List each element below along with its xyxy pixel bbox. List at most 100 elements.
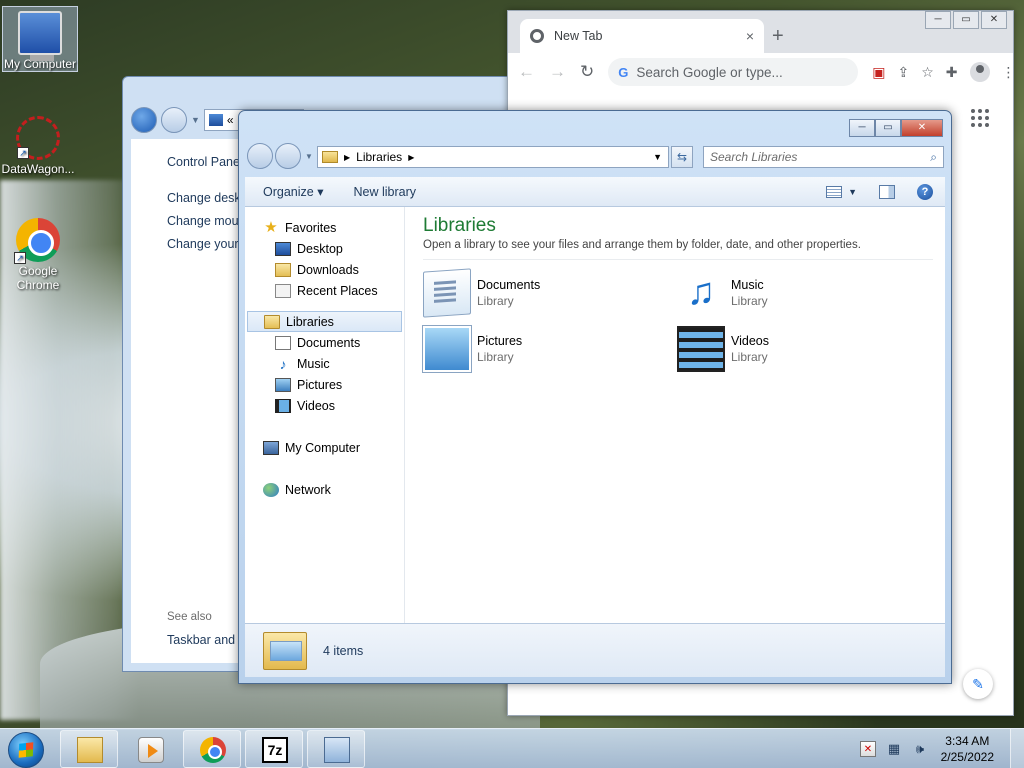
breadcrumb-libraries[interactable]: Libraries bbox=[356, 150, 402, 164]
library-grid: Documents Library ♫ Music Library Pictur… bbox=[422, 268, 933, 373]
nav-recent-places[interactable]: Recent Places bbox=[245, 280, 404, 301]
nav-libraries[interactable]: Libraries bbox=[247, 311, 402, 332]
close-button[interactable]: ✕ bbox=[981, 11, 1007, 29]
menu-kebab-icon[interactable]: ⋮ bbox=[1002, 64, 1016, 81]
organize-button[interactable]: Organize ▾ bbox=[263, 184, 323, 199]
taskbar-chrome-button[interactable] bbox=[183, 730, 241, 768]
refresh-button[interactable]: ⇆ bbox=[671, 146, 693, 168]
nav-label: Desktop bbox=[297, 241, 343, 256]
recent-pages-dropdown[interactable]: ▼ bbox=[305, 152, 313, 161]
nav-label: Music bbox=[297, 356, 330, 371]
recent-pages-dropdown[interactable]: ▼ bbox=[191, 115, 200, 125]
library-videos[interactable]: Videos Library bbox=[677, 326, 931, 372]
google-apps-icon[interactable] bbox=[971, 109, 989, 127]
back-arrow-icon[interactable]: ← bbox=[518, 62, 535, 82]
tab-new-tab[interactable]: New Tab × bbox=[520, 19, 764, 53]
taskbar-control-panel-button[interactable] bbox=[307, 730, 365, 768]
nav-my-computer[interactable]: My Computer bbox=[245, 437, 404, 458]
explorer-window-controls: ─ ▭ ✕ bbox=[849, 119, 943, 137]
clock[interactable]: 3:34 AM 2/25/2022 bbox=[941, 733, 994, 765]
chrome-favicon-icon bbox=[530, 29, 544, 43]
music-note-icon: ♪ bbox=[279, 355, 287, 372]
libraries-explorer-window[interactable]: ─ ▭ ✕ ▼ ▶ Libraries ▶ ▼ ⇆ Search Librari… bbox=[238, 110, 952, 684]
desktop-icon-label: DataWagon... bbox=[1, 162, 75, 176]
breadcrumb-chevron-icon[interactable]: ▶ bbox=[408, 153, 414, 162]
nav-label: My Computer bbox=[285, 440, 361, 455]
minimize-button[interactable]: ─ bbox=[925, 11, 951, 29]
extensions-puzzle-icon[interactable]: ✚ bbox=[946, 64, 958, 81]
breadcrumb-overflow[interactable]: « bbox=[227, 113, 234, 127]
preview-pane-icon[interactable] bbox=[879, 184, 895, 199]
explorer-nav-buttons: ▼ bbox=[247, 143, 313, 169]
star-icon: ★ bbox=[264, 218, 278, 236]
library-type: Library bbox=[731, 294, 768, 308]
taskbar-explorer-button[interactable] bbox=[60, 730, 118, 768]
desktop-icon-my-computer[interactable]: My Computer bbox=[2, 6, 78, 72]
nav-desktop[interactable]: Desktop bbox=[245, 238, 404, 259]
library-pictures[interactable]: Pictures Library bbox=[422, 325, 677, 373]
maximize-button[interactable]: ▭ bbox=[953, 11, 979, 29]
search-icon[interactable]: ⌕ bbox=[930, 150, 937, 165]
reload-icon[interactable]: ↻ bbox=[580, 62, 594, 82]
taskbar-7zip-button[interactable]: 7z bbox=[245, 730, 303, 768]
back-button[interactable] bbox=[247, 143, 273, 169]
address-bar[interactable]: ▶ Libraries ▶ ▼ bbox=[317, 146, 669, 168]
close-button[interactable]: ✕ bbox=[901, 119, 943, 137]
desktop-icon bbox=[275, 241, 291, 256]
details-pane: 4 items bbox=[245, 623, 945, 677]
control-panel-link[interactable]: Change your a bbox=[167, 237, 249, 251]
search-input[interactable]: Search Libraries ⌕ bbox=[703, 146, 944, 168]
change-view-button[interactable]: ▼ bbox=[826, 185, 857, 198]
nav-label: Network bbox=[285, 482, 331, 497]
new-library-button[interactable]: New library bbox=[353, 185, 416, 199]
action-center-flag-icon[interactable]: ✕ bbox=[860, 741, 876, 757]
taskbar-media-player-button[interactable] bbox=[121, 730, 179, 768]
clock-date: 2/25/2022 bbox=[940, 750, 994, 764]
nav-downloads[interactable]: Downloads bbox=[245, 259, 404, 280]
nav-music[interactable]: ♪ Music bbox=[245, 353, 404, 374]
profile-avatar-icon[interactable] bbox=[969, 62, 990, 82]
library-music[interactable]: ♫ Music Library bbox=[677, 270, 931, 316]
desktop-icon-datawagon[interactable]: ↗ DataWagon... bbox=[0, 112, 76, 176]
navigation-pane: ★ Favorites Desktop Downloads Recent Pla… bbox=[245, 207, 405, 623]
tab-title: New Tab bbox=[554, 29, 603, 43]
nav-label: Documents bbox=[297, 335, 361, 350]
forward-arrow-icon[interactable]: → bbox=[549, 62, 566, 82]
music-library-icon: ♫ bbox=[686, 271, 716, 313]
customize-pencil-icon[interactable]: ✎ bbox=[963, 669, 993, 699]
forward-button[interactable] bbox=[161, 107, 187, 133]
computer-icon bbox=[263, 440, 279, 455]
nav-documents[interactable]: Documents bbox=[245, 332, 404, 353]
start-button[interactable] bbox=[8, 732, 44, 768]
nav-favorites[interactable]: ★ Favorites bbox=[245, 217, 404, 238]
libraries-folder-icon bbox=[264, 314, 280, 329]
address-dropdown-icon[interactable]: ▼ bbox=[653, 152, 662, 162]
blocked-popup-icon[interactable]: ▣ bbox=[872, 64, 885, 81]
page-subtitle: Open a library to see your files and arr… bbox=[423, 239, 933, 260]
share-icon[interactable]: ⇪ bbox=[897, 64, 909, 81]
help-icon[interactable]: ? bbox=[917, 183, 933, 200]
desktop-icon-google-chrome[interactable]: ↗ Google Chrome bbox=[0, 214, 76, 292]
downloads-folder-icon bbox=[275, 262, 291, 277]
bookmark-star-icon[interactable]: ☆ bbox=[921, 64, 934, 81]
tab-close-icon[interactable]: × bbox=[746, 28, 754, 44]
chrome-tabstrip: New Tab × + ─ ▭ ✕ bbox=[508, 11, 1013, 53]
back-button[interactable] bbox=[131, 107, 157, 133]
maximize-button[interactable]: ▭ bbox=[875, 119, 901, 137]
nav-network[interactable]: Network bbox=[245, 479, 404, 500]
search-placeholder: Search Libraries bbox=[710, 150, 798, 164]
new-tab-button[interactable]: + bbox=[772, 25, 784, 48]
network-icon[interactable]: ▦ bbox=[886, 741, 902, 757]
breadcrumb-chevron-icon[interactable]: ▶ bbox=[344, 153, 350, 162]
minimize-button[interactable]: ─ bbox=[849, 119, 875, 137]
volume-icon[interactable]: 🕪 bbox=[912, 741, 928, 757]
omnibox[interactable]: G Search Google or type... bbox=[608, 58, 859, 86]
show-desktop-button[interactable] bbox=[1010, 729, 1024, 768]
forward-button[interactable] bbox=[275, 143, 301, 169]
library-documents[interactable]: Documents Library bbox=[423, 268, 677, 318]
documents-library-icon bbox=[423, 268, 471, 318]
nav-pictures[interactable]: Pictures bbox=[245, 374, 404, 395]
nav-videos[interactable]: Videos bbox=[245, 395, 404, 416]
